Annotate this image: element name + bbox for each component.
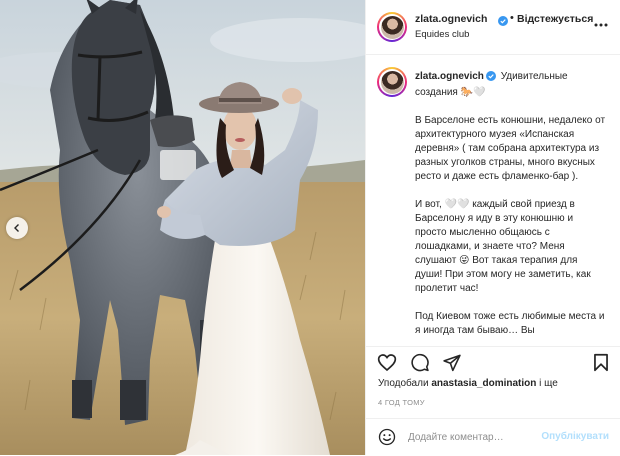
- action-bar: [366, 346, 620, 377]
- verified-badge-icon: [485, 71, 496, 86]
- caption-paragraph: В Барселоне есть конюшни, недалеко от ар…: [415, 115, 606, 182]
- instagram-post: zlata.ognevich • Відстежується Equides c…: [0, 0, 620, 455]
- publish-comment-button[interactable]: Опублікувати: [541, 431, 609, 442]
- separator-dot: •: [510, 12, 514, 24]
- chevron-left-icon: [14, 224, 19, 232]
- post-photo[interactable]: [0, 0, 365, 455]
- likes-suffix[interactable]: і ще: [539, 378, 558, 389]
- add-comment-bar: Опублікувати: [366, 418, 620, 456]
- caption-username[interactable]: zlata.ognevich: [415, 71, 484, 82]
- comment-bubble-icon[interactable]: [410, 353, 430, 377]
- verified-badge-icon: [498, 13, 508, 31]
- caption-paragraph: И вот, 🤍🤍 каждый свой приезд в Барселону…: [415, 199, 591, 294]
- likes-line: Уподобали anastasia_domination і ще: [378, 378, 558, 389]
- post-header: zlata.ognevich • Відстежується Equides c…: [366, 0, 620, 55]
- likes-prefix: Уподобали: [378, 378, 429, 389]
- author-username[interactable]: zlata.ognevich: [415, 13, 487, 25]
- comments-area[interactable]: zlata.ognevich Удивительные создания 🐎🤍 …: [366, 55, 620, 345]
- photo-woman-with-horse: [0, 0, 365, 455]
- more-options-icon[interactable]: [594, 14, 608, 32]
- location-link[interactable]: Equides club: [415, 29, 469, 40]
- post-timestamp[interactable]: 4 год тому: [378, 398, 425, 407]
- comment-input[interactable]: [408, 428, 533, 446]
- caption-paragraph: Под Киевом тоже есть любимые места и я и…: [415, 311, 605, 336]
- caption-avatar[interactable]: [377, 67, 407, 97]
- emoji-smile-icon[interactable]: [378, 428, 396, 451]
- heart-icon[interactable]: [377, 353, 397, 377]
- bookmark-icon[interactable]: [593, 353, 609, 377]
- liked-by-user[interactable]: anastasia_domination: [431, 378, 536, 389]
- carousel-prev-button[interactable]: [6, 217, 28, 239]
- paper-plane-icon[interactable]: [442, 353, 462, 377]
- post-side-panel: zlata.ognevich • Відстежується Equides c…: [365, 0, 620, 455]
- post-caption: zlata.ognevich Удивительные создания 🐎🤍 …: [415, 70, 607, 345]
- unfollow-button[interactable]: Відстежується: [517, 13, 593, 25]
- avatar[interactable]: [377, 12, 407, 42]
